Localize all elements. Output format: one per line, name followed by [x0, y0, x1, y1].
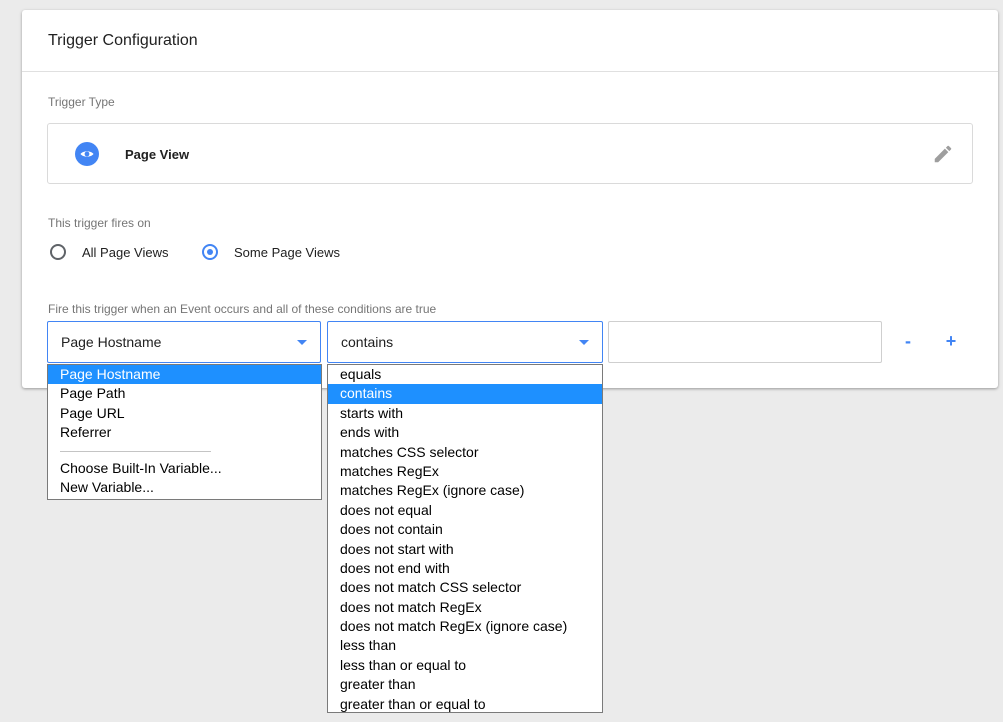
- trigger-type-label: Trigger Type: [48, 95, 115, 109]
- operator-option[interactable]: does not equal: [328, 501, 602, 520]
- variable-dropdown-list: Page Hostname Page Path Page URL Referre…: [47, 364, 322, 500]
- remove-condition-button[interactable]: -: [897, 330, 919, 352]
- condition-label: Fire this trigger when an Event occurs a…: [48, 302, 437, 316]
- radio-circle-all-page-views[interactable]: [50, 244, 66, 260]
- variable-option[interactable]: Page URL: [48, 404, 321, 423]
- fires-on-label: This trigger fires on: [48, 216, 151, 230]
- radio-label-all-page-views: All Page Views: [82, 245, 169, 260]
- new-variable-option[interactable]: New Variable...: [48, 478, 321, 497]
- operator-select-value: contains: [341, 334, 394, 350]
- operator-option[interactable]: starts with: [328, 404, 602, 423]
- condition-value-input[interactable]: [608, 321, 882, 363]
- card-title: Trigger Configuration: [48, 32, 198, 49]
- operator-option[interactable]: matches RegEx (ignore case): [328, 481, 602, 500]
- variable-select[interactable]: Page Hostname: [47, 321, 321, 363]
- operator-option[interactable]: does not match RegEx: [328, 598, 602, 617]
- radio-label-some-page-views: Some Page Views: [234, 245, 340, 260]
- pencil-icon[interactable]: [932, 143, 954, 165]
- operator-option[interactable]: greater than or equal to: [328, 695, 602, 714]
- operator-option[interactable]: less than: [328, 636, 602, 655]
- chevron-down-icon: [297, 340, 307, 345]
- operator-option[interactable]: greater than: [328, 675, 602, 694]
- operator-option[interactable]: does not start with: [328, 540, 602, 559]
- add-condition-button[interactable]: +: [940, 330, 962, 352]
- card-header: Trigger Configuration: [22, 10, 998, 72]
- eye-icon: [75, 142, 99, 166]
- dropdown-divider: [60, 450, 211, 452]
- operator-option[interactable]: does not match CSS selector: [328, 578, 602, 597]
- operator-option[interactable]: does not contain: [328, 520, 602, 539]
- operator-option[interactable]: less than or equal to: [328, 656, 602, 675]
- operator-option[interactable]: contains: [328, 384, 602, 404]
- variable-option[interactable]: Referrer: [48, 423, 321, 442]
- operator-option[interactable]: does not match RegEx (ignore case): [328, 617, 602, 636]
- operator-option[interactable]: ends with: [328, 423, 602, 442]
- operator-option[interactable]: matches RegEx: [328, 462, 602, 481]
- radio-circle-some-page-views[interactable]: [202, 244, 218, 260]
- operator-option[interactable]: matches CSS selector: [328, 443, 602, 462]
- trigger-type-name: Page View: [125, 147, 190, 162]
- variable-option[interactable]: Page Path: [48, 384, 321, 403]
- operator-option[interactable]: does not end with: [328, 559, 602, 578]
- operator-select[interactable]: contains: [327, 321, 603, 363]
- variable-option[interactable]: Page Hostname: [48, 365, 321, 385]
- operator-dropdown-list: equals contains starts with ends with ma…: [327, 364, 603, 713]
- trigger-type-selector[interactable]: Page View: [47, 123, 973, 184]
- chevron-down-icon: [579, 340, 589, 345]
- choose-built-in-variable-option[interactable]: Choose Built-In Variable...: [48, 459, 321, 478]
- variable-select-value: Page Hostname: [61, 334, 162, 350]
- operator-option[interactable]: equals: [328, 365, 602, 384]
